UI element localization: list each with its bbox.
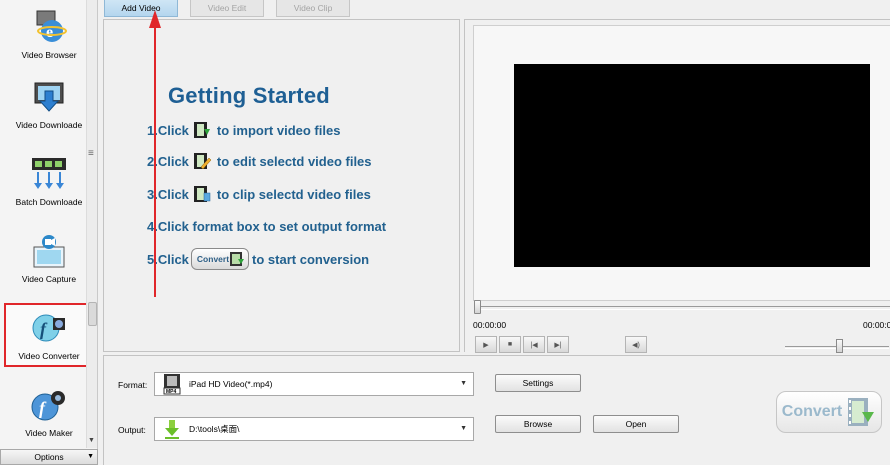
dropdown-arrow-icon: ▼	[87, 453, 94, 460]
sidebar-item-video-browser[interactable]: e Video Browser	[4, 0, 94, 64]
step-text: to edit selectd video files	[216, 153, 372, 169]
stop-icon: ■	[507, 341, 513, 348]
output-label: Output:	[118, 425, 146, 435]
sidebar-item-label: Video Maker	[25, 428, 73, 438]
format-value: iPad HD Video(*.mp4)	[189, 379, 273, 389]
svg-text:MP4: MP4	[166, 389, 177, 395]
seek-bar[interactable]	[475, 306, 890, 310]
getting-started-title: Getting Started	[168, 83, 330, 108]
getting-started-step-5: 5.Click Convert to start conversion	[147, 248, 370, 270]
dropdown-arrow-icon: ▼	[460, 380, 467, 387]
clip-video-icon[interactable]	[193, 185, 211, 203]
mute-button[interactable]: ◀)	[625, 336, 647, 353]
tab-add-video[interactable]: Add Video	[104, 0, 178, 17]
mp4-file-icon: MP4	[161, 373, 183, 395]
convert-film-icon	[848, 398, 875, 426]
next-frame-button[interactable]: ▶|	[547, 336, 569, 353]
step-text: to start conversion	[252, 251, 370, 267]
options-menu-button[interactable]: Options ▼	[0, 449, 98, 465]
preview-panel: 00:00:00 00:00:0 ▶ ■ |◀ ▶| ◀)	[464, 19, 890, 353]
splitter-grip-icon[interactable]: ≡	[88, 148, 94, 159]
settings-button[interactable]: Settings	[495, 374, 581, 392]
video-converter-icon: f	[31, 310, 67, 346]
convert-mini-button[interactable]: Convert	[190, 248, 250, 270]
play-icon: ▶	[483, 341, 489, 349]
volume-slider-thumb[interactable]	[835, 339, 843, 353]
step-text: 4.Click format box to set output format	[147, 218, 387, 234]
format-select[interactable]: MP4 iPad HD Video(*.mp4) ▼	[154, 372, 474, 396]
sidebar-scrollbar-thumb[interactable]	[88, 302, 97, 326]
play-button[interactable]: ▶	[475, 336, 497, 353]
total-time: 00:00:0	[863, 320, 890, 330]
previous-frame-icon: |◀	[530, 341, 538, 349]
sidebar-item-label: Video Capture	[21, 274, 77, 284]
step-text: to clip selectd video files	[216, 186, 371, 202]
video-browser-icon: e	[31, 9, 67, 45]
output-path-select[interactable]: D:\tools\桌面\ ▼	[154, 417, 474, 441]
batch-download-icon	[31, 156, 67, 192]
video-maker-icon: f	[31, 387, 67, 423]
sidebar-item-video-maker[interactable]: f Video Maker	[4, 378, 94, 442]
getting-started-step-2: 2.Click to edit selectd video files	[147, 151, 372, 171]
video-preview-frame	[473, 25, 890, 301]
sidebar-item-batch-downloader[interactable]: Batch Downloade	[4, 147, 94, 211]
format-label: Format:	[118, 380, 148, 390]
sidebar-item-video-converter[interactable]: f Video Converter	[4, 303, 94, 367]
browse-button[interactable]: Browse	[495, 415, 581, 433]
import-video-icon[interactable]	[193, 121, 211, 139]
edit-video-icon[interactable]	[193, 152, 212, 170]
getting-started-step-4: 4.Click format box to set output format	[147, 216, 386, 236]
sidebar-item-label: Video Converter	[18, 351, 80, 361]
sidebar-item-video-downloader[interactable]: Video Downloade	[4, 70, 94, 134]
convert-film-icon	[230, 252, 245, 266]
seek-bar-thumb[interactable]	[474, 300, 481, 314]
open-button[interactable]: Open	[593, 415, 679, 433]
previous-frame-button[interactable]: |◀	[523, 336, 545, 353]
video-capture-icon	[31, 233, 67, 269]
video-download-icon	[31, 79, 67, 115]
conversion-settings-panel: Format: MP4 iPad HD Video(*.mp4) ▼ Outpu…	[103, 355, 890, 465]
tool-sidebar: e Video Browser Video Downloade Batch Do…	[0, 0, 98, 465]
sidebar-item-label: Video Downloade	[15, 120, 83, 130]
stop-button[interactable]: ■	[499, 336, 521, 353]
speaker-icon: ◀)	[632, 341, 640, 349]
tab-video-edit[interactable]: Video Edit	[190, 0, 264, 17]
dropdown-arrow-icon: ▼	[460, 425, 467, 432]
video-screen[interactable]	[514, 64, 870, 267]
sidebar-item-video-capture[interactable]: Video Capture	[4, 224, 94, 288]
app-window: e Video Browser Video Downloade Batch Do…	[0, 0, 890, 465]
getting-started-step-3: 3.Click to clip selectd video files	[147, 184, 371, 204]
sidebar-item-label: Batch Downloade	[15, 197, 83, 207]
options-label: Options	[34, 452, 64, 462]
convert-mini-label: Convert	[196, 254, 230, 264]
sidebar-scrollbar[interactable]: ▼	[86, 0, 97, 448]
download-arrow-icon	[161, 418, 183, 440]
convert-button-label: Convert	[781, 403, 843, 420]
scroll-down-icon[interactable]: ▼	[88, 437, 95, 444]
current-time: 00:00:00	[473, 320, 507, 330]
output-path-value: D:\tools\桌面\	[189, 424, 240, 434]
getting-started-step-1: 1.Click to import video files	[147, 120, 340, 140]
sidebar-item-label: Video Browser	[21, 50, 77, 60]
next-frame-icon: ▶|	[554, 341, 562, 349]
red-annotation-arrow	[149, 10, 161, 297]
convert-button[interactable]: Convert	[776, 391, 882, 433]
tab-video-clip[interactable]: Video Clip	[276, 0, 350, 17]
step-text: to import video files	[216, 122, 341, 138]
